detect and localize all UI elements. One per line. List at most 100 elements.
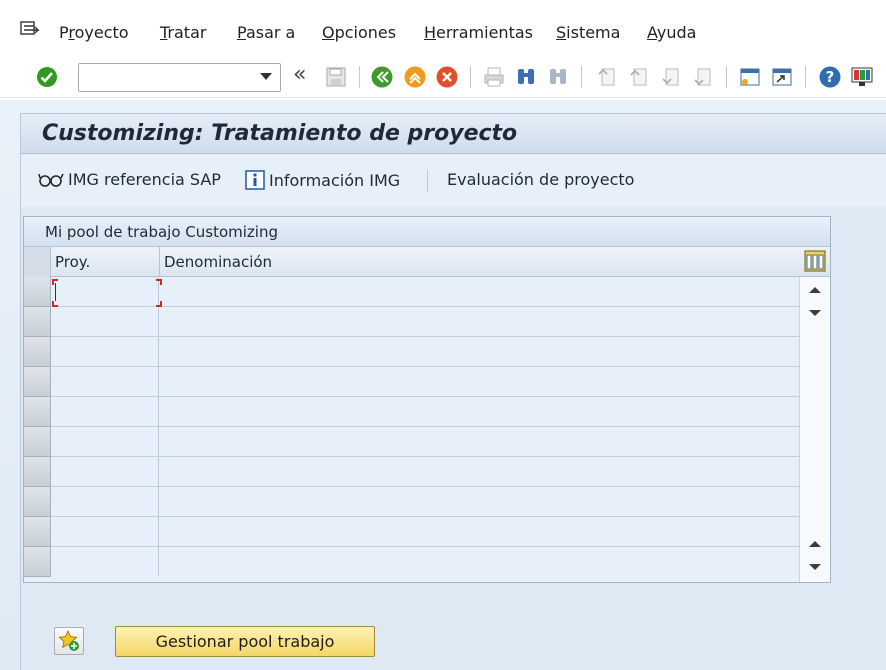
command-field[interactable] — [78, 63, 281, 92]
table-row — [24, 487, 799, 517]
manage-pool-button[interactable]: Gestionar pool trabajo — [115, 626, 375, 657]
row-selector[interactable] — [24, 427, 51, 457]
column-settings-icon[interactable] — [804, 250, 826, 272]
page-title: Customizing: Tratamiento de proyecto — [42, 121, 518, 146]
row-selector[interactable] — [24, 487, 51, 517]
project-evaluation-label: Evaluación de proyecto — [447, 170, 635, 189]
standard-toolbar: « ? — [0, 58, 886, 98]
cell-proy[interactable] — [52, 397, 159, 426]
back-icon[interactable] — [370, 65, 394, 89]
scroll-page-down-icon[interactable] — [809, 564, 821, 570]
cell-denominacion[interactable] — [160, 517, 799, 546]
scroll-up-icon[interactable] — [809, 287, 821, 293]
print-icon[interactable] — [482, 65, 506, 89]
cell-proy[interactable] — [52, 307, 159, 336]
img-info-button[interactable]: Información IMG — [245, 170, 400, 190]
cell-denominacion[interactable] — [160, 397, 799, 426]
add-favorite-button[interactable] — [54, 627, 84, 655]
toolbar-separator — [726, 66, 727, 88]
manage-pool-label: Gestionar pool trabajo — [155, 632, 335, 651]
menu-sistema[interactable]: Sistema — [556, 23, 620, 42]
cell-proy[interactable] — [52, 517, 159, 546]
cell-proy[interactable] — [52, 367, 159, 396]
cell-proy[interactable] — [52, 427, 159, 456]
row-selector[interactable] — [24, 397, 51, 427]
cell-denominacion[interactable] — [160, 457, 799, 486]
double-arrow-icon[interactable]: « — [293, 62, 306, 87]
cell-denominacion[interactable] — [160, 547, 799, 576]
table-row — [24, 427, 799, 457]
new-session-icon[interactable] — [738, 65, 762, 89]
cell-denominacion[interactable] — [160, 367, 799, 396]
next-page-icon[interactable] — [659, 65, 683, 89]
table-row — [24, 457, 799, 487]
img-reference-button[interactable]: IMG referencia SAP — [38, 170, 221, 189]
select-all-cell[interactable] — [24, 247, 51, 277]
table-header: Proy. Denominación — [24, 247, 830, 277]
cell-proy[interactable] — [52, 487, 159, 516]
column-header-denominacion[interactable]: Denominación — [164, 253, 272, 271]
row-selector[interactable] — [24, 277, 51, 307]
first-page-icon[interactable] — [595, 65, 619, 89]
scroll-down-icon[interactable] — [809, 310, 821, 316]
shortcut-icon[interactable] — [770, 65, 794, 89]
save-icon[interactable] — [324, 65, 348, 89]
cell-denominacion[interactable] — [160, 487, 799, 516]
cancel-icon[interactable] — [435, 65, 459, 89]
cell-denominacion[interactable] — [160, 427, 799, 456]
toolbar-separator — [359, 66, 360, 88]
ok-icon[interactable] — [35, 65, 59, 89]
row-selector[interactable] — [24, 517, 51, 547]
table-row — [24, 367, 799, 397]
vertical-scrollbar[interactable] — [799, 277, 830, 582]
exit-icon[interactable] — [403, 65, 427, 89]
menu-icon[interactable] — [20, 21, 40, 39]
img-reference-label: IMG referencia SAP — [68, 170, 221, 189]
cell-denominacion[interactable] — [160, 307, 799, 336]
menu-bar: Proyecto Tratar Pasar a Opciones Herrami… — [0, 0, 886, 58]
toolbar-separator — [581, 66, 582, 88]
column-separator[interactable] — [159, 247, 160, 277]
row-selector[interactable] — [24, 457, 51, 487]
menu-proyecto[interactable]: Proyecto — [59, 23, 129, 42]
table-row — [24, 517, 799, 547]
project-evaluation-button[interactable]: Evaluación de proyecto — [447, 170, 634, 189]
cell-focus-indicator — [52, 279, 162, 307]
row-selector[interactable] — [24, 367, 51, 397]
row-selector[interactable] — [24, 337, 51, 367]
main-panel: Customizing: Tratamiento de proyecto IMG… — [20, 113, 886, 670]
menu-pasar-a[interactable]: Pasar a — [237, 23, 295, 42]
prev-page-icon[interactable] — [627, 65, 651, 89]
menu-tratar[interactable]: Tratar — [160, 23, 206, 42]
application-toolbar: IMG referencia SAP Información IMG Evalu… — [21, 155, 886, 207]
row-selector[interactable] — [24, 307, 51, 337]
cell-proy[interactable] — [52, 547, 159, 576]
table-title: Mi pool de trabajo Customizing — [45, 223, 278, 241]
cell-proy[interactable] — [52, 337, 159, 366]
cell-proy[interactable] — [52, 457, 159, 486]
menu-herramientas[interactable]: Herramientas — [424, 23, 533, 42]
find-next-icon[interactable] — [546, 65, 570, 89]
layout-icon[interactable] — [850, 65, 874, 89]
table-body — [24, 277, 799, 582]
star-add-icon — [58, 630, 79, 651]
text-cursor — [55, 283, 56, 301]
toolbar-separator — [470, 66, 471, 88]
cell-denominacion[interactable] — [160, 337, 799, 366]
row-selector[interactable] — [24, 547, 51, 577]
cell-denominacion[interactable] — [160, 277, 799, 306]
app-toolbar-separator — [427, 170, 428, 192]
table-row — [24, 547, 799, 577]
table-row — [24, 397, 799, 427]
scroll-page-up-icon[interactable] — [809, 541, 821, 547]
find-icon[interactable] — [514, 65, 538, 89]
dropdown-icon[interactable] — [260, 73, 272, 80]
svg-text:?: ? — [826, 68, 835, 86]
menu-ayuda[interactable]: Ayuda — [647, 23, 696, 42]
column-header-proy[interactable]: Proy. — [55, 253, 90, 271]
menu-opciones[interactable]: Opciones — [322, 23, 396, 42]
customizing-pool-table: Mi pool de trabajo Customizing Proy. Den… — [23, 216, 831, 583]
last-page-icon[interactable] — [691, 65, 715, 89]
glasses-icon — [38, 173, 64, 187]
help-icon[interactable]: ? — [818, 65, 842, 89]
